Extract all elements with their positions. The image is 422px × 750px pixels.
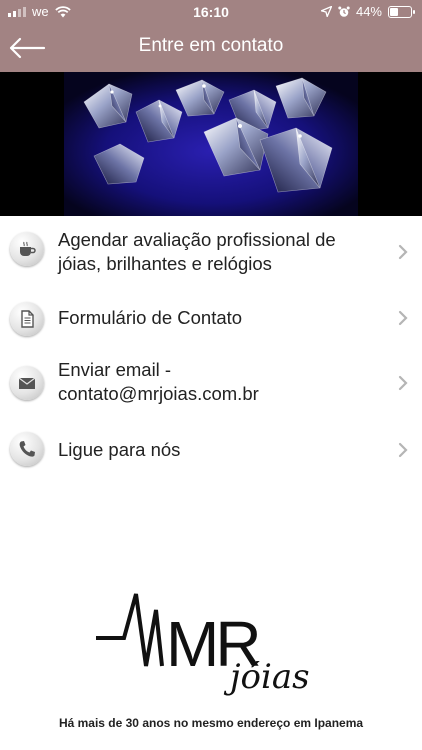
menu-item-label: Agendar avaliação profissional de jóias,… xyxy=(58,228,382,276)
chevron-right-icon xyxy=(398,442,408,458)
page-title: Entre em contato xyxy=(138,35,284,56)
menu-item-label: Enviar email - contato@mrjoias.com.br xyxy=(58,358,382,406)
chevron-right-icon xyxy=(398,375,408,391)
contact-menu: Agendar avaliação profissional de jóias,… xyxy=(0,216,422,280)
location-arrow-icon xyxy=(320,6,332,17)
logo-script-text: jóias xyxy=(223,657,310,697)
document-icon xyxy=(10,302,44,336)
status-bar: we 16:10 44% xyxy=(0,0,422,24)
phone-icon xyxy=(10,432,44,466)
header-bar: we 16:10 44% Entre em contato xyxy=(0,0,422,72)
menu-item-send-email[interactable]: Enviar email - contato@mrjoias.com.br xyxy=(0,352,422,418)
menu-item-label: Ligue para nós xyxy=(58,438,382,462)
battery-fill xyxy=(390,7,398,16)
chevron-right-icon xyxy=(398,310,408,326)
status-right: 44% xyxy=(320,4,415,19)
diamonds-banner xyxy=(0,72,422,216)
menu-item-call-us[interactable]: Ligue para nós xyxy=(0,418,422,482)
menu-item-label-line: contato@mrjoias.com.br xyxy=(58,383,259,404)
menu-item-label-line: Formulário de Contato xyxy=(58,307,243,328)
envelope-icon xyxy=(10,366,44,400)
battery-icon xyxy=(388,5,415,18)
menu-item-label: Formulário de Contato xyxy=(58,306,382,330)
menu-item-label-line: Ligue para nós xyxy=(58,439,181,460)
diamonds-image xyxy=(64,72,358,216)
menu-item-label-line: Enviar email - xyxy=(58,359,172,380)
brand-footer: MR jóias Há mais de 30 anos no mesmo end… xyxy=(0,580,422,740)
chevron-right-icon xyxy=(398,244,408,260)
coffee-cup-icon xyxy=(10,232,44,266)
menu-item-contact-form-row[interactable]: Formulário de Contato xyxy=(0,286,422,352)
battery-percent: 44% xyxy=(355,4,382,19)
menu-item-label-line: jóias, brilhantes e relógios xyxy=(58,253,272,274)
tagline: Há mais de 30 anos no mesmo endereço em … xyxy=(58,716,364,730)
mr-joias-logo: MR jóias xyxy=(96,593,310,697)
menu-item-schedule-appraisal[interactable]: Agendar avaliação profissional de jóias,… xyxy=(0,216,422,280)
menu-item-label-line: Agendar avaliação profissional de xyxy=(58,229,336,250)
alarm-clock-icon xyxy=(338,6,350,17)
nav-bar: Entre em contato xyxy=(0,24,422,72)
